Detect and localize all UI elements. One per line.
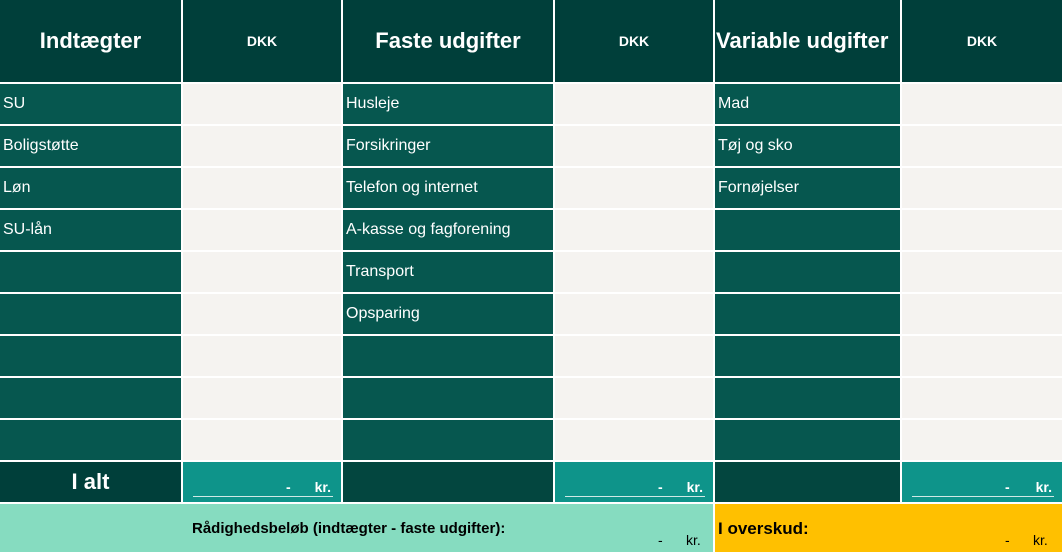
income-row-amount-input[interactable] <box>183 336 341 376</box>
fixed-row-amount-input[interactable] <box>555 252 713 292</box>
income-row-label[interactable] <box>0 378 181 418</box>
total-variable-underline <box>912 496 1054 497</box>
total-income: - kr. <box>183 462 341 502</box>
fixed-row-amount-input[interactable] <box>555 378 713 418</box>
variable-row-label[interactable]: Tøj og sko <box>715 126 900 166</box>
total-fixed-underline <box>565 496 705 497</box>
fixed-row-label[interactable] <box>343 336 553 376</box>
variable-row-amount-input[interactable] <box>902 378 1062 418</box>
variable-row-label[interactable] <box>715 252 900 292</box>
income-row-label[interactable] <box>0 420 181 460</box>
header-fixed-currency: DKK <box>555 0 713 82</box>
variable-row-amount-input[interactable] <box>902 168 1062 208</box>
fixed-row-amount-input[interactable] <box>555 420 713 460</box>
income-row-label[interactable] <box>0 336 181 376</box>
budget-sheet: Indtægter DKK Faste udgifter DKK Variabl… <box>0 0 1062 552</box>
header-income: Indtægter <box>0 0 181 82</box>
total-label: I alt <box>0 462 181 502</box>
variable-row-label[interactable] <box>715 294 900 334</box>
total-income-underline <box>193 496 333 497</box>
fixed-row-label[interactable]: Opsparing <box>343 294 553 334</box>
total-fixed: - kr. <box>555 462 713 502</box>
fixed-row-label[interactable] <box>343 420 553 460</box>
header-income-currency: DKK <box>183 0 341 82</box>
variable-row-amount-input[interactable] <box>902 210 1062 250</box>
income-row-label[interactable]: SU-lån <box>0 210 181 250</box>
total-fixed-unit: kr. <box>686 479 703 495</box>
fixed-row-label[interactable] <box>343 378 553 418</box>
variable-row-label[interactable] <box>715 336 900 376</box>
variable-row-amount-input[interactable] <box>902 336 1062 376</box>
income-row-amount-input[interactable] <box>183 126 341 166</box>
fixed-row-amount-input[interactable] <box>555 126 713 166</box>
fixed-row-amount-input[interactable] <box>555 168 713 208</box>
header-variable-currency: DKK <box>902 0 1062 82</box>
income-row-label[interactable]: Boligstøtte <box>0 126 181 166</box>
total-fixed-dash: - <box>658 479 663 495</box>
income-row-label[interactable] <box>0 252 181 292</box>
fixed-row-amount-input[interactable] <box>555 84 713 124</box>
income-row-amount-input[interactable] <box>183 420 341 460</box>
income-row-amount-input[interactable] <box>183 84 341 124</box>
available-amount-row: Rådighedsbeløb (indtægter - faste udgift… <box>0 504 713 552</box>
total-variable-label-blank <box>715 462 900 502</box>
variable-row-label[interactable] <box>715 378 900 418</box>
income-row-amount-input[interactable] <box>183 210 341 250</box>
available-amount-unit: kr. <box>686 532 701 548</box>
variable-row-label[interactable] <box>715 210 900 250</box>
fixed-row-label[interactable]: Husleje <box>343 84 553 124</box>
fixed-row-label[interactable]: Telefon og internet <box>343 168 553 208</box>
total-fixed-label-blank <box>343 462 553 502</box>
variable-row-amount-input[interactable] <box>902 84 1062 124</box>
variable-row-amount-input[interactable] <box>902 294 1062 334</box>
surplus-dash: - <box>1005 532 1010 548</box>
income-row-label[interactable]: SU <box>0 84 181 124</box>
fixed-row-amount-input[interactable] <box>555 210 713 250</box>
total-income-unit: kr. <box>314 479 331 495</box>
surplus-label: I overskud: <box>718 519 809 538</box>
variable-row-label[interactable] <box>715 420 900 460</box>
variable-row-label[interactable]: Fornøjelser <box>715 168 900 208</box>
variable-row-amount-input[interactable] <box>902 252 1062 292</box>
fixed-row-amount-input[interactable] <box>555 336 713 376</box>
fixed-row-label[interactable]: Forsikringer <box>343 126 553 166</box>
total-variable: - kr. <box>902 462 1062 502</box>
income-row-amount-input[interactable] <box>183 168 341 208</box>
fixed-row-amount-input[interactable] <box>555 294 713 334</box>
income-row-amount-input[interactable] <box>183 252 341 292</box>
available-amount-dash: - <box>658 532 663 548</box>
surplus-row: I overskud: - kr. <box>715 504 1062 552</box>
total-variable-dash: - <box>1005 479 1010 495</box>
variable-row-amount-input[interactable] <box>902 420 1062 460</box>
surplus-unit: kr. <box>1033 532 1048 548</box>
income-row-label[interactable]: Løn <box>0 168 181 208</box>
header-fixed: Faste udgifter <box>343 0 553 82</box>
income-row-label[interactable] <box>0 294 181 334</box>
fixed-row-label[interactable]: Transport <box>343 252 553 292</box>
variable-row-amount-input[interactable] <box>902 126 1062 166</box>
available-amount-label: Rådighedsbeløb (indtægter - faste udgift… <box>192 520 506 537</box>
fixed-row-label[interactable]: A-kasse og fagforening <box>343 210 553 250</box>
income-row-amount-input[interactable] <box>183 294 341 334</box>
total-variable-unit: kr. <box>1035 479 1052 495</box>
header-variable: Variable udgifter <box>715 0 900 82</box>
income-row-amount-input[interactable] <box>183 378 341 418</box>
total-income-dash: - <box>286 479 291 495</box>
variable-row-label[interactable]: Mad <box>715 84 900 124</box>
